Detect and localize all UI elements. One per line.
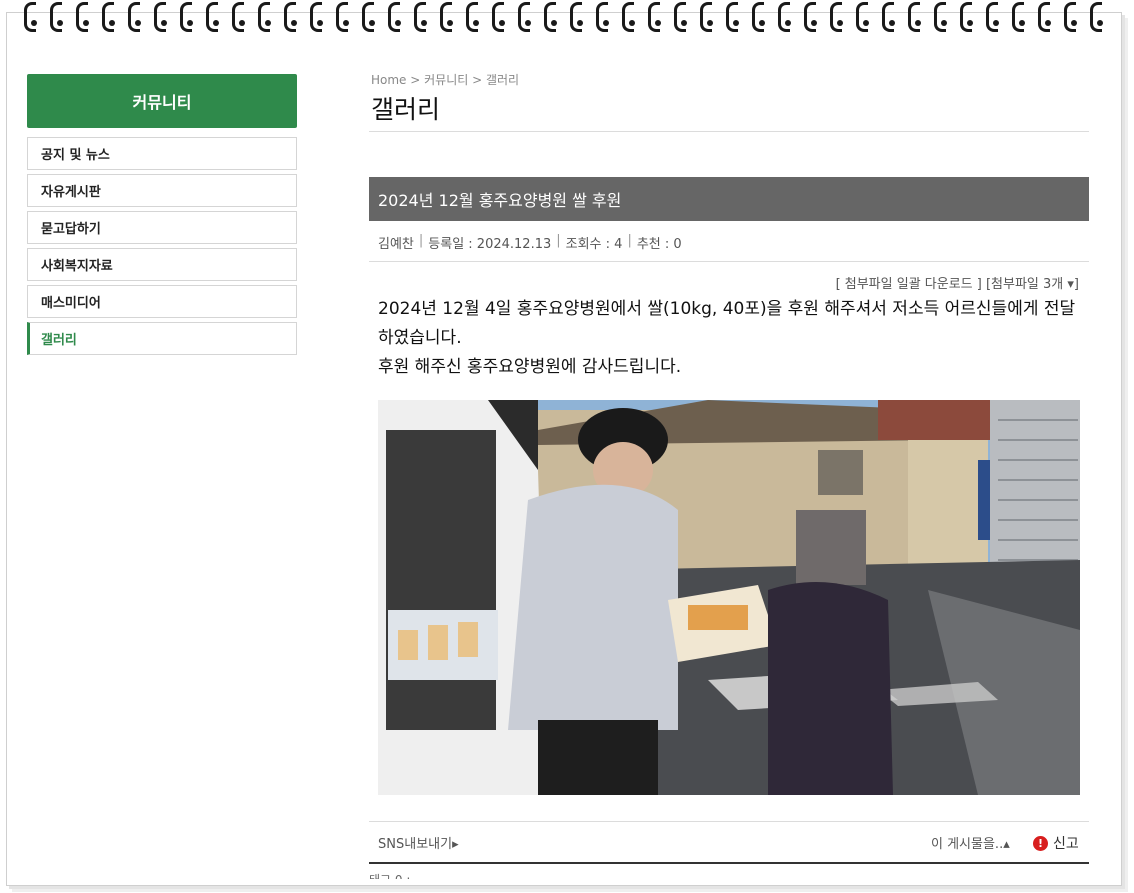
spiral-ring	[280, 0, 306, 34]
spiral-ring	[436, 0, 462, 34]
report-label: 신고	[1053, 836, 1079, 852]
spiral-ring	[332, 0, 358, 34]
attach-download-all-link[interactable]: [ 첨부파일 일괄 다운로드 ]	[836, 277, 982, 292]
divider	[369, 261, 1089, 262]
spiral-ring	[670, 0, 696, 34]
spiral-ring	[306, 0, 332, 34]
spiral-ring	[1034, 0, 1060, 34]
sidebar-item-notice-news[interactable]: 공지 및 뉴스	[27, 137, 297, 170]
meta-separator: |	[627, 233, 632, 248]
tag-label: 태그 0 :	[369, 871, 410, 879]
spiral-ring	[176, 0, 202, 34]
spiral-ring	[1008, 0, 1034, 34]
sidebar-item-gallery[interactable]: 갤러리	[27, 322, 297, 355]
share-post-button[interactable]: 이 게시물을..▴	[931, 833, 1010, 852]
post-author: 김예찬	[378, 237, 414, 252]
sidebar-item-qna[interactable]: 묻고답하기	[27, 211, 297, 244]
sidebar-header: 커뮤니티	[27, 74, 297, 128]
spiral-ring	[956, 0, 982, 34]
spiral-ring	[20, 0, 46, 34]
spiral-ring	[514, 0, 540, 34]
sidebar-item-free-board[interactable]: 자유게시판	[27, 174, 297, 207]
spiral-ring	[722, 0, 748, 34]
spiral-ring	[852, 0, 878, 34]
post-photo[interactable]	[378, 400, 1080, 795]
page-title: 갤러리	[371, 95, 441, 124]
post-title-bar: 2024년 12월 홍주요양병원 쌀 후원	[369, 177, 1089, 221]
spiral-ring	[774, 0, 800, 34]
spiral-ring	[1086, 0, 1112, 34]
spiral-ring	[98, 0, 124, 34]
spiral-ring	[982, 0, 1008, 34]
meta-separator: |	[418, 233, 424, 248]
post-meta: 김예찬 | 등록일 : 2024.12.13 | 조회수 : 4 | 추천 : …	[378, 233, 682, 252]
meta-separator: |	[556, 233, 561, 248]
spiral-ring	[1060, 0, 1086, 34]
sidebar-menu: 공지 및 뉴스 자유게시판 묻고답하기 사회복지자료 매스미디어 갤러리	[27, 137, 297, 359]
spiral-ring	[358, 0, 384, 34]
spiral-ring	[228, 0, 254, 34]
spiral-ring	[592, 0, 618, 34]
spiral-ring	[488, 0, 514, 34]
spiral-ring	[254, 0, 280, 34]
spiral-ring	[384, 0, 410, 34]
divider	[369, 821, 1089, 822]
spiral-ring	[800, 0, 826, 34]
post-body: 2024년 12월 4일 홍주요양병원에서 쌀(10kg, 40포)을 후원 해…	[378, 295, 1083, 382]
sns-export-button[interactable]: SNS내보내기▸	[378, 833, 459, 852]
alert-icon: !	[1033, 835, 1048, 851]
spiral-ring	[410, 0, 436, 34]
attachments: [ 첨부파일 일괄 다운로드 ] [첨부파일 3개 ▾]	[836, 273, 1079, 292]
sidebar-item-welfare-resources[interactable]: 사회복지자료	[27, 248, 297, 281]
breadcrumb: Home > 커뮤니티 > 갤러리	[371, 73, 520, 87]
photo-illustration	[378, 400, 1080, 795]
post-body-line: 후원 해주신 홍주요양병원에 감사드립니다.	[378, 357, 682, 377]
spiral-ring	[904, 0, 930, 34]
spiral-ring	[150, 0, 176, 34]
spiral-ring	[462, 0, 488, 34]
attach-count-toggle[interactable]: [첨부파일 3개 ▾]	[986, 277, 1079, 292]
post-recommend: 추천 : 0	[636, 237, 682, 252]
post-views: 조회수 : 4	[565, 237, 623, 252]
sidebar-item-mass-media[interactable]: 매스미디어	[27, 285, 297, 318]
spiral-ring	[202, 0, 228, 34]
spiral-ring	[826, 0, 852, 34]
spiral-ring	[644, 0, 670, 34]
spiral-ring	[72, 0, 98, 34]
spiral-ring	[748, 0, 774, 34]
spiral-ring	[566, 0, 592, 34]
spiral-ring	[618, 0, 644, 34]
spiral-ring	[540, 0, 566, 34]
spiral-binding	[0, 0, 1134, 34]
spiral-ring	[46, 0, 72, 34]
spiral-ring	[930, 0, 956, 34]
post-body-line: 2024년 12월 4일 홍주요양병원에서 쌀(10kg, 40포)을 후원 해…	[378, 299, 1076, 348]
divider	[369, 862, 1089, 864]
spiral-ring	[124, 0, 150, 34]
post-date: 등록일 : 2024.12.13	[428, 237, 552, 252]
report-button[interactable]: ! 신고	[1033, 833, 1079, 853]
divider	[369, 131, 1089, 132]
spiral-ring	[696, 0, 722, 34]
spiral-ring	[878, 0, 904, 34]
post-title: 2024년 12월 홍주요양병원 쌀 후원	[378, 191, 622, 210]
